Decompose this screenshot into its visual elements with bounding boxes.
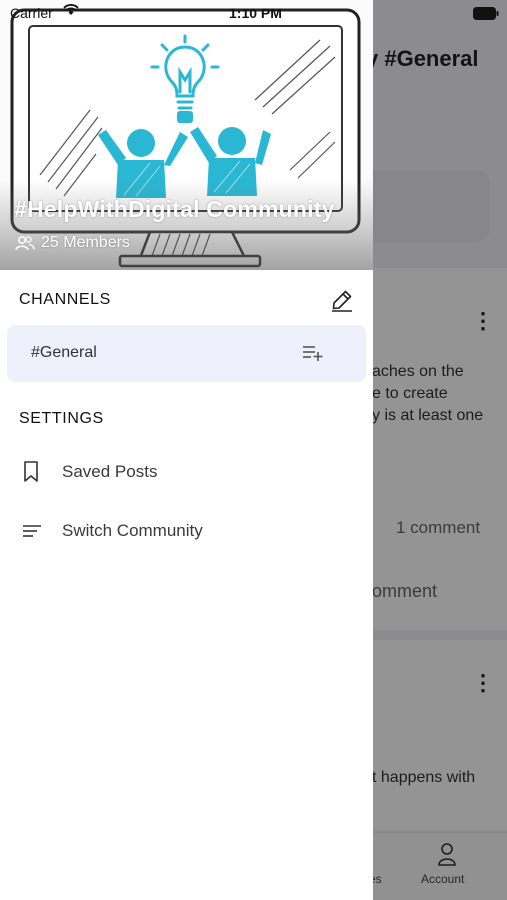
switch-community-label: Switch Community bbox=[62, 521, 203, 540]
channel-label: #General bbox=[31, 344, 97, 361]
settings-heading: SETTINGS bbox=[19, 410, 104, 427]
edit-pencil-icon[interactable] bbox=[330, 288, 354, 312]
community-header: #HelpWithDigital Community 25 Members bbox=[0, 0, 373, 270]
channels-heading: CHANNELS bbox=[19, 291, 111, 308]
saved-posts-label: Saved Posts bbox=[62, 462, 158, 481]
community-name: #HelpWithDigital Community bbox=[14, 196, 335, 222]
switch-community-item[interactable]: Switch Community bbox=[0, 507, 373, 555]
header-gradient bbox=[0, 180, 373, 270]
playlist-add-icon[interactable] bbox=[302, 344, 324, 362]
wifi-icon bbox=[63, 4, 79, 15]
members-count: 25 Members bbox=[41, 234, 130, 251]
navigation-drawer: #HelpWithDigital Community 25 Members CH… bbox=[0, 0, 373, 900]
battery-icon bbox=[473, 7, 499, 20]
bookmark-icon bbox=[24, 461, 38, 482]
saved-posts-item[interactable]: Saved Posts bbox=[0, 448, 373, 496]
channel-item-general[interactable]: #General bbox=[7, 325, 366, 382]
status-time: 1:10 PM bbox=[229, 5, 282, 21]
sort-lines-icon bbox=[23, 525, 41, 537]
carrier-label: Carrier bbox=[10, 5, 53, 21]
members-icon bbox=[15, 236, 35, 251]
